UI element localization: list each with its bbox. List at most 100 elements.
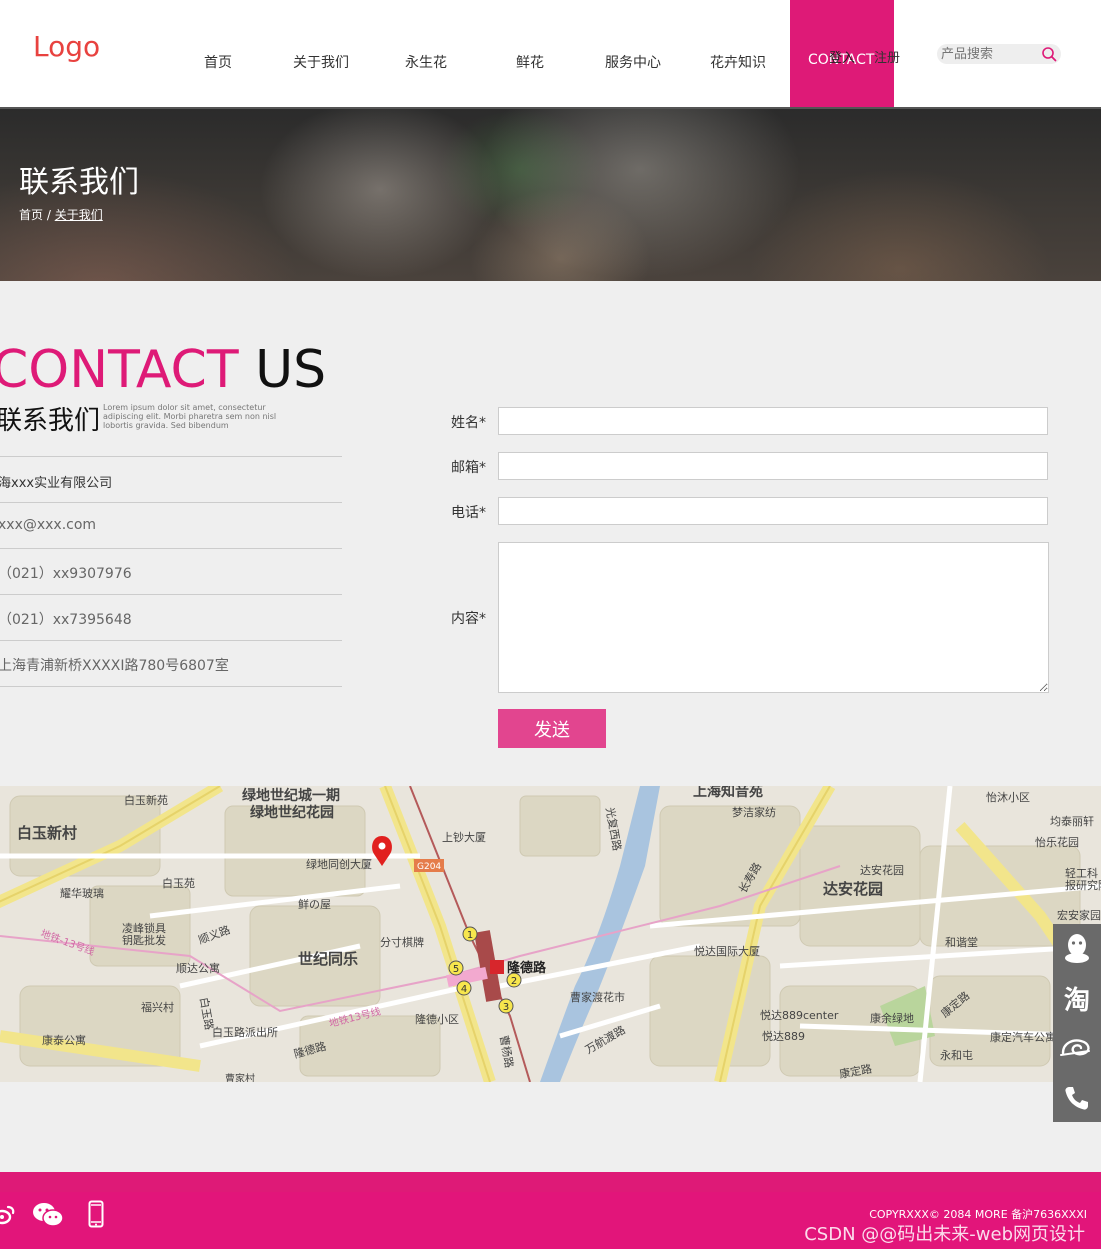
contact-heading-rest: US [238, 340, 327, 400]
send-button[interactable]: 发送 [498, 709, 606, 748]
login-link[interactable]: 登入 [829, 47, 855, 66]
svg-text:凌峰锁具: 凌峰锁具 [122, 921, 166, 935]
map-canvas: 1 2 3 4 5 白玉新苑 绿地世纪城一期 绿地世纪花园 上钞大厦 绿地同创大… [0, 786, 1101, 1082]
nav-service-center[interactable]: 服务中心 [605, 52, 661, 72]
site-footer: COPYRXXX© 2084 MORE 备沪7636XXXI CSDN @@码出… [0, 1192, 1101, 1249]
svg-text:和谐堂: 和谐堂 [945, 935, 978, 949]
qq-icon[interactable] [1053, 924, 1101, 972]
nav-home[interactable]: 首页 [204, 52, 232, 72]
svg-text:钥匙批发: 钥匙批发 [122, 933, 166, 947]
svg-text:永和屯: 永和屯 [940, 1048, 973, 1062]
nav-fresh-flowers[interactable]: 鲜花 [516, 52, 544, 72]
svg-text:均泰丽轩: 均泰丽轩 [1050, 814, 1094, 828]
svg-text:上海知音苑: 上海知音苑 [693, 786, 763, 800]
svg-text:3: 3 [503, 1002, 509, 1013]
svg-text:梦洁家纺: 梦洁家纺 [732, 805, 776, 819]
content-textarea[interactable] [498, 542, 1049, 693]
aliwangwang-icon[interactable] [1053, 1024, 1101, 1072]
divider [0, 594, 342, 595]
contact-phone-2: （021）xx7395648 [0, 612, 132, 628]
svg-text:白玉苑: 白玉苑 [162, 876, 195, 890]
phone-icon[interactable] [1053, 1074, 1101, 1122]
nav-about[interactable]: 关于我们 [293, 52, 349, 72]
svg-text:曹家村: 曹家村 [225, 1072, 255, 1082]
page-banner: 联系我们 首页 / 关于我们 [0, 109, 1101, 281]
footer-top-bar [0, 1172, 1101, 1192]
phone-label: 电话* [451, 505, 486, 521]
mobile-icon[interactable] [88, 1200, 104, 1232]
email-field[interactable] [498, 452, 1048, 480]
divider [0, 502, 342, 503]
breadcrumb-separator: / [46, 208, 51, 222]
svg-text:G204: G204 [417, 862, 441, 872]
svg-text:世纪同乐: 世纪同乐 [298, 950, 358, 968]
svg-text:悦达889center: 悦达889center [760, 1008, 839, 1022]
svg-text:白玉新村: 白玉新村 [17, 824, 77, 842]
svg-text:4: 4 [461, 984, 467, 995]
search-box [937, 44, 1061, 64]
search-input[interactable] [941, 44, 1037, 64]
contact-subheading: 联系我们 [0, 406, 101, 436]
content-label: 内容* [451, 611, 486, 627]
svg-text:报研究院: 报研究院 [1065, 878, 1101, 892]
divider [0, 640, 342, 641]
taobao-icon[interactable]: 淘 [1053, 974, 1101, 1022]
site-header: Logo 首页 关于我们 永生花 鲜花 服务中心 花卉知识 CONTACT 登入… [0, 0, 1101, 109]
location-map[interactable]: 1 2 3 4 5 白玉新苑 绿地世纪城一期 绿地世纪花园 上钞大厦 绿地同创大… [0, 786, 1101, 1082]
svg-text:曹家渡花市: 曹家渡花市 [570, 990, 625, 1004]
svg-text:悦达国际大厦: 悦达国际大厦 [694, 944, 760, 958]
nav-preserved-flowers[interactable]: 永生花 [405, 52, 447, 72]
svg-text:悦达889: 悦达889 [762, 1029, 805, 1043]
name-field[interactable] [498, 407, 1048, 435]
svg-text:康余绿地: 康余绿地 [870, 1011, 914, 1025]
email-label: 邮箱* [451, 460, 486, 476]
svg-text:达安花园: 达安花园 [860, 863, 904, 877]
svg-text:分寸棋牌: 分寸棋牌 [380, 935, 424, 949]
svg-text:轻工科: 轻工科 [1065, 866, 1098, 880]
svg-text:达安花园: 达安花园 [823, 880, 883, 898]
svg-text:白玉路派出所: 白玉路派出所 [212, 1025, 278, 1039]
breadcrumb: 首页 / 关于我们 [19, 206, 103, 223]
svg-text:怡乐花园: 怡乐花园 [1035, 835, 1079, 849]
phone-field[interactable] [498, 497, 1048, 525]
contact-phone-1: （021）xx9307976 [0, 566, 132, 582]
contact-heading-accent: CONTACT [0, 340, 239, 400]
company-name: 海xxx实业有限公司 [0, 476, 113, 491]
svg-text:绿地世纪城一期: 绿地世纪城一期 [242, 787, 340, 804]
svg-text:康定汽车公寓: 康定汽车公寓 [990, 1030, 1056, 1044]
svg-text:隆德路: 隆德路 [507, 960, 547, 976]
svg-text:康泰公寓: 康泰公寓 [42, 1033, 86, 1047]
svg-text:白玉新苑: 白玉新苑 [124, 793, 168, 807]
svg-text:绿地同创大厦: 绿地同创大厦 [306, 857, 372, 871]
wechat-icon[interactable] [32, 1202, 64, 1232]
svg-text:鲜の屋: 鲜の屋 [298, 897, 331, 911]
divider [0, 548, 342, 549]
logo[interactable]: Logo [33, 30, 100, 63]
name-label: 姓名* [451, 415, 486, 431]
divider [0, 686, 342, 687]
svg-text:耀华玻璃: 耀华玻璃 [60, 886, 104, 900]
contact-email: xxx@xxx.com [0, 517, 97, 533]
register-link[interactable]: 注册 [874, 47, 900, 66]
breadcrumb-current[interactable]: 关于我们 [55, 208, 103, 222]
svg-text:5: 5 [453, 964, 459, 975]
svg-text:顺达公寓: 顺达公寓 [176, 961, 220, 975]
weibo-icon[interactable] [0, 1202, 16, 1230]
svg-text:福兴村: 福兴村 [141, 1000, 174, 1014]
contact-lorem: Lorem ipsum dolor sit amet, consectetur … [103, 403, 277, 430]
svg-text:1: 1 [467, 930, 473, 941]
nav-flower-knowledge[interactable]: 花卉知识 [710, 52, 766, 72]
divider [0, 456, 342, 457]
contact-heading: CONTACT US [0, 340, 326, 400]
svg-text:隆德小区: 隆德小区 [415, 1012, 459, 1026]
page-title: 联系我们 [19, 165, 139, 200]
svg-text:上钞大厦: 上钞大厦 [442, 830, 486, 844]
svg-text:怡沐小区: 怡沐小区 [986, 790, 1030, 804]
breadcrumb-home[interactable]: 首页 [19, 208, 43, 222]
svg-text:宏安家园: 宏安家园 [1057, 908, 1101, 922]
svg-text:绿地世纪花园: 绿地世纪花园 [250, 804, 334, 821]
side-quick-panel: 淘 [1053, 924, 1101, 1122]
csdn-watermark: CSDN @@码出未来-web网页设计 [804, 1224, 1085, 1245]
search-icon[interactable] [1041, 46, 1057, 62]
svg-text:2: 2 [511, 976, 517, 987]
